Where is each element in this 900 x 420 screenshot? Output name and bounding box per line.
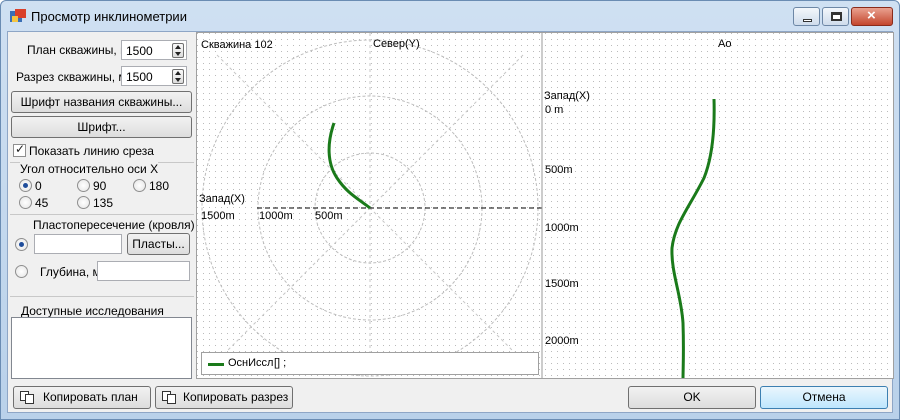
depth-tick-label: 1500m (545, 278, 579, 290)
copy-icon (162, 391, 176, 404)
dialog-client: План скважины, м 1500 Разрез скважины, м… (7, 31, 894, 413)
section-label: Разрез скважины, м (16, 70, 127, 84)
well-font-button[interactable]: Шрифт названия скважины... (11, 91, 192, 113)
minimize-button[interactable] (793, 7, 820, 26)
section-spin-arrows-icon[interactable] (172, 69, 184, 84)
studies-list[interactable] (11, 317, 192, 379)
close-icon: × (867, 7, 876, 24)
section-top-label: Ао (718, 38, 732, 50)
plan-scale-label: 500m (315, 210, 343, 222)
divider (10, 296, 194, 297)
copy-icon (20, 391, 34, 404)
angle-radio-45[interactable] (19, 196, 32, 209)
layers-button[interactable]: Пласты... (127, 233, 190, 255)
legend-entry: ОснИссл (228, 357, 274, 369)
ok-button[interactable]: OK (628, 386, 756, 409)
layer-radio[interactable] (15, 238, 28, 251)
divider (10, 214, 194, 215)
plan-scale-label: 1500m (201, 210, 235, 222)
app-window: Просмотр инклинометрии × План скважины, … (0, 0, 900, 420)
show-cut-line-checkbox[interactable] (13, 142, 26, 157)
section-west-label: Запад(X) (544, 90, 590, 102)
depth-tick-label: 0 m (545, 104, 564, 116)
layer-group-label: Пластопересечение (кровля) (33, 218, 195, 232)
copy-section-label: Копировать разрез (183, 390, 289, 404)
minimize-icon (803, 19, 812, 22)
legend-swatch (208, 363, 224, 366)
show-cut-line-label: Показать линию среза (29, 144, 154, 158)
plan-spinbox[interactable]: 1500 (121, 40, 187, 60)
title-bar[interactable]: Просмотр инклинометрии × (1, 1, 899, 31)
plot-canvas (197, 33, 893, 378)
angle-option-90: 90 (93, 179, 107, 193)
legend: ОснИссл [] ; (201, 352, 539, 375)
angle-radio-0[interactable] (19, 179, 32, 192)
copy-plan-label: Копировать план (43, 390, 138, 404)
angle-group-label: Угол относительно оси X (20, 162, 159, 176)
plan-spin-arrows-icon[interactable] (172, 43, 184, 58)
depth-radio[interactable] (15, 265, 28, 278)
angle-option-0: 0 (35, 179, 42, 193)
angle-radio-180[interactable] (133, 179, 146, 192)
depth-tick-label: 1000m (545, 222, 579, 234)
font-button[interactable]: Шрифт... (11, 116, 192, 138)
close-button[interactable]: × (851, 7, 893, 26)
plan-scale-label: 1000m (259, 210, 293, 222)
app-icon (10, 9, 26, 22)
cancel-button[interactable]: Отмена (760, 386, 888, 409)
legend-suffix: [] ; (274, 357, 287, 369)
plot-area: Скважина 102 Север(Y) Запад(X) 1500m 100… (196, 32, 894, 379)
depth-input[interactable] (97, 261, 190, 281)
plan-value: 1500 (126, 44, 153, 58)
copy-section-button[interactable]: Копировать разрез (155, 386, 293, 409)
depth-label: Глубина, м (40, 265, 101, 279)
angle-radio-90[interactable] (77, 179, 90, 192)
angle-option-180: 180 (149, 179, 170, 193)
well-label: Скважина 102 (201, 39, 273, 51)
layer-input[interactable] (34, 234, 122, 254)
maximize-icon (831, 12, 842, 21)
north-axis-label: Север(Y) (373, 38, 420, 50)
angle-option-135: 135 (93, 196, 114, 210)
studies-label: Доступные исследования (21, 304, 164, 318)
window-title: Просмотр инклинометрии (31, 9, 187, 24)
angle-radio-135[interactable] (77, 196, 90, 209)
section-value: 1500 (126, 70, 153, 84)
plan-label: План скважины, м (27, 43, 129, 57)
maximize-button[interactable] (822, 7, 849, 26)
depth-tick-label: 2000m (545, 335, 579, 347)
plan-west-label: Запад(X) (199, 193, 245, 205)
section-spinbox[interactable]: 1500 (121, 66, 187, 86)
depth-tick-label: 500m (545, 164, 573, 176)
angle-option-45: 45 (35, 196, 49, 210)
copy-plan-button[interactable]: Копировать план (13, 386, 151, 409)
